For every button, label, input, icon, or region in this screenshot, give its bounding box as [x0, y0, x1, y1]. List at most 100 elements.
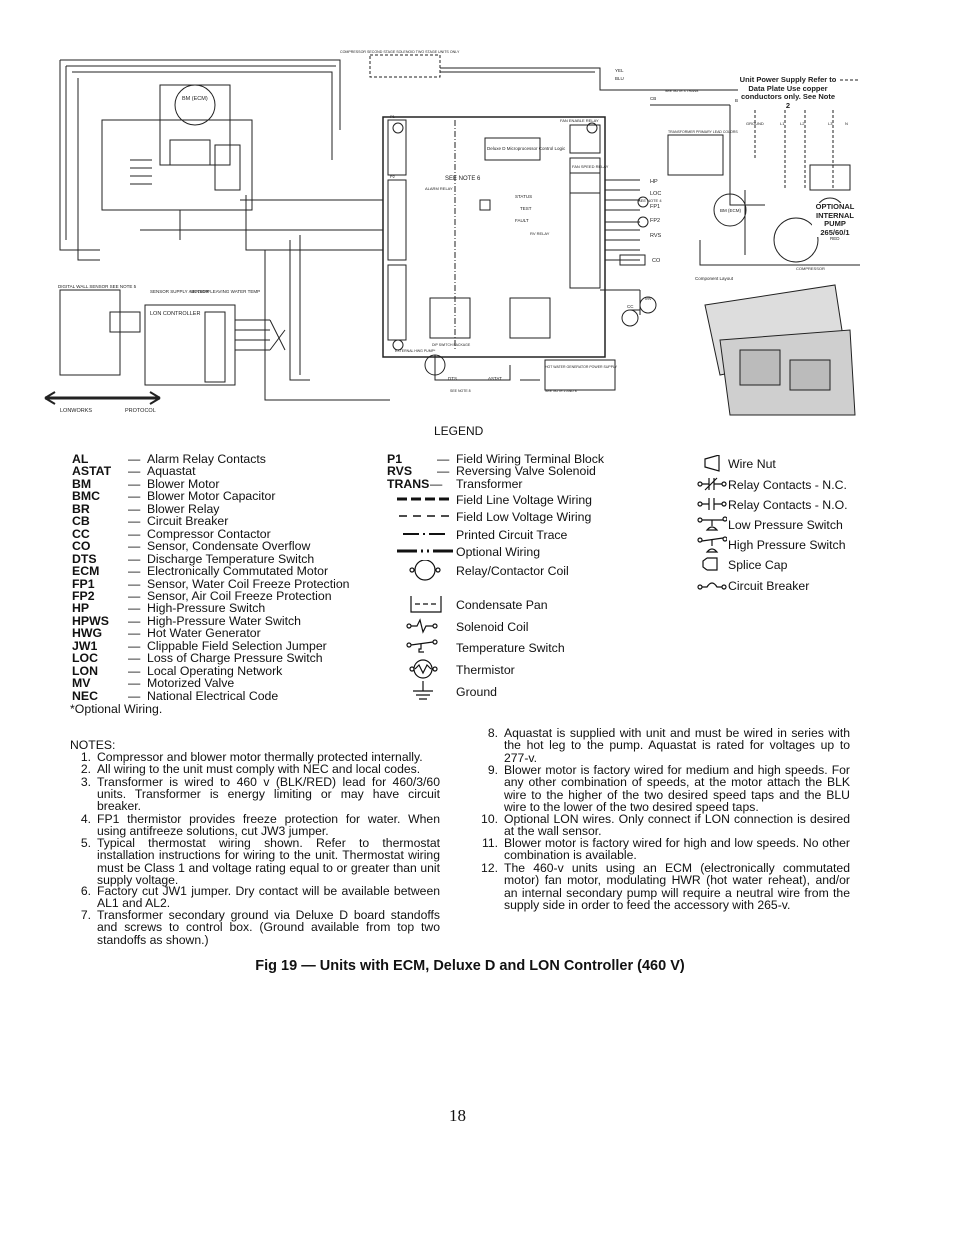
- diagram-label: CO: [652, 258, 661, 264]
- legend-desc: National Electrical Code: [147, 688, 279, 703]
- note-number: 3.: [80, 774, 91, 789]
- legend-dash: —: [128, 651, 141, 666]
- diagram-label: ALARM RELAY: [425, 186, 453, 191]
- note-number: 11.: [481, 836, 498, 850]
- unit-power-supply-note: Unit Power Supply Refer to Data Plate Us…: [738, 75, 838, 110]
- legend-abbr: LOC: [72, 651, 98, 666]
- note-number: 9.: [487, 763, 498, 777]
- legend-symbol-label: Printed Circuit Trace: [456, 528, 568, 542]
- diagram-label: BLU: [615, 76, 624, 81]
- solenoid-coil-icon: [406, 618, 438, 634]
- diagram-label: TRANSFORMER PRIMARY LEAD COLORS: [668, 130, 738, 134]
- diagram-label: EXTERNAL HWG PUMP*: [395, 349, 436, 353]
- legend-desc: Motorized Valve: [147, 676, 235, 691]
- diagram-label: DIP SWITCH PACKAGE: [432, 343, 471, 347]
- thermistor-icon: [409, 659, 438, 679]
- note-number: 2.: [80, 762, 91, 776]
- note-number: 7.: [80, 908, 91, 922]
- wire-nut-icon: [704, 455, 720, 472]
- note-item: 6. Factory cut JW1 jumper. Dry contact wi…: [81, 884, 440, 911]
- diagram-label: SEE NOTE 6: [445, 176, 481, 182]
- diagram-label: CC: [627, 304, 634, 309]
- temperature-switch-icon: [406, 639, 438, 653]
- diagram-label: CB: [650, 96, 656, 101]
- note-text: The 460-v units using an ECM (electronic…: [504, 861, 850, 912]
- diagram-label: YEL: [615, 68, 624, 73]
- diagram-label: LOC: [650, 191, 661, 197]
- note-text: Optional LON wires. Only connect if LON …: [504, 812, 850, 839]
- legend-desc: Blower Motor Capacitor: [147, 489, 276, 504]
- diagram-label: FP2: [650, 218, 660, 224]
- legend-abbr: CO: [72, 539, 91, 554]
- diagram-label: FAULT: [515, 218, 529, 223]
- legend-symbol-label: Relay Contacts - N.O.: [728, 498, 848, 512]
- note-item: 10. Optional LON wires. Only connect if L…: [481, 812, 850, 839]
- relay-coil-icon: [409, 560, 441, 581]
- note-item: 7. Transformer secondary ground via Delux…: [81, 909, 440, 946]
- legend-dash: —: [128, 564, 141, 579]
- legend-symbol-label: Optional Wiring: [456, 545, 541, 559]
- note-number: 6.: [80, 884, 91, 898]
- diagram-label: SENSOR LEAVING WATER TEMP: [190, 289, 260, 294]
- note-text: Typical thermostat wiring shown. Refer t…: [97, 836, 440, 887]
- circuit-breaker-icon: [697, 582, 727, 590]
- legend-abbr: CB: [72, 514, 90, 529]
- note-number: 8.: [487, 726, 498, 740]
- diagram-label: SEE NOTE 2 AND 8: [545, 389, 577, 393]
- legend-desc: Sensor, Condensate Overflow: [147, 539, 311, 554]
- diagram-label: RVS: [650, 233, 662, 239]
- legend-symbol-label: Ground: [456, 685, 498, 699]
- legend-desc: Electronically Commutated Motor: [147, 564, 329, 579]
- legend-dash: —: [128, 514, 141, 529]
- note-text: All wiring to the unit must comply with …: [97, 762, 421, 776]
- diagram-label: SEE NOTE 8: [450, 389, 471, 393]
- legend-dash: —: [128, 688, 141, 703]
- diagram-label: HOT WATER GENERATOR POWER SUPPLY: [545, 365, 618, 369]
- legend-dash: —: [128, 626, 141, 641]
- note-item: 2. All wiring to the unit must comply wit…: [81, 762, 440, 776]
- note-text: FP1 thermistor provides freeze protectio…: [97, 811, 440, 838]
- legend-dash: —: [128, 676, 141, 691]
- note-text: Factory cut JW1 jumper. Dry contact will…: [97, 884, 440, 911]
- diagram-label: STATUS: [515, 194, 532, 199]
- note-text: Aquastat is supplied with unit and must …: [504, 726, 850, 765]
- legend-dash: —: [128, 489, 141, 504]
- legend-symbol-label: Low Pressure Switch: [728, 518, 843, 532]
- note-number: 12.: [481, 861, 498, 875]
- legend-abbr: HWG: [72, 626, 103, 641]
- diagram-label: L2: [800, 121, 805, 126]
- diagram-label: COMPRESSOR: [796, 266, 825, 271]
- legend-symbol-label: Relay Contacts - N.C.: [728, 478, 847, 492]
- diagram-label: DIGITAL WALL SENSOR SEE NOTE 5: [58, 284, 137, 289]
- diagram-label: SEE NOTE 4: [638, 198, 662, 203]
- note-item: 12. The 460-v units using an ECM (electro…: [481, 861, 850, 912]
- legend-abbr: ECM: [72, 564, 100, 579]
- diagram-label: FAN ENABLE RELAY: [560, 118, 599, 123]
- legend-abbr: MV: [72, 676, 91, 691]
- legend-symbol-label: Field Low Voltage Wiring: [456, 510, 592, 524]
- legend-desc: Loss of Charge Pressure Switch: [147, 651, 323, 666]
- note-item: 3. Transformer is wired to 460 v (BLK/RED…: [81, 775, 440, 813]
- legend-desc: Circuit Breaker: [147, 514, 229, 529]
- diagram-label: TEST: [520, 206, 532, 211]
- diagram-label: Component Layout: [695, 276, 734, 281]
- diagram-label: GROUND: [746, 121, 764, 126]
- diagram-label: N: [845, 121, 848, 126]
- relay-contacts-no-icon: [697, 498, 727, 510]
- note-item: 8. Aquastat is supplied with unit and mus…: [488, 726, 850, 765]
- diagram-label: FAN SPEED RELAY: [572, 164, 609, 169]
- diagram-label: P1: [390, 114, 396, 119]
- legend-symbol-label: Thermistor: [456, 663, 515, 677]
- diagram-label: DTS: [448, 376, 457, 381]
- legend-symbol-label: Circuit Breaker: [728, 579, 810, 593]
- diagram-label: MV: [645, 296, 652, 301]
- ground-icon: [413, 681, 433, 700]
- legend-symbol-label: Solenoid Coil: [456, 620, 529, 634]
- note-number: 5.: [80, 836, 91, 850]
- diagram-label: COMPRESSOR SECOND STAGE SOLENOID TWO STA…: [340, 50, 460, 54]
- legend-symbol-label: Temperature Switch: [456, 641, 565, 655]
- legend-desc: Hot Water Generator: [147, 626, 261, 641]
- relay-contacts-nc-icon: [697, 477, 727, 491]
- legend-title: LEGEND: [434, 424, 484, 438]
- low-pressure-switch-icon: [697, 516, 727, 531]
